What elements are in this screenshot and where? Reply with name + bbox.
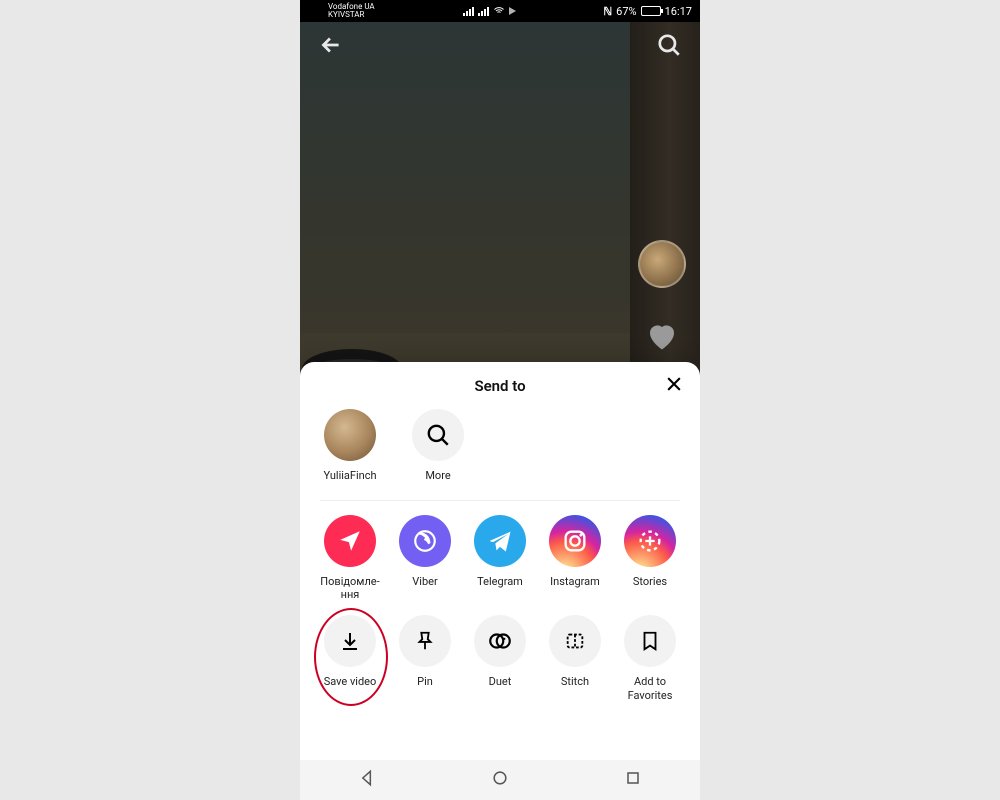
nav-back[interactable] [357,768,377,792]
carrier-2: KYIVSTAR [328,11,375,19]
more-contacts[interactable]: More [408,409,468,482]
action-duet[interactable]: Duet [464,615,536,701]
search-icon [425,422,451,448]
back-button[interactable] [318,32,344,62]
phone-frame: Vodafone UA KYIVSTAR ℕ 67% 16:17 [300,0,700,800]
instagram-icon [561,527,589,555]
share-sheet: Send to YuliiaFinch More [300,362,700,760]
author-avatar[interactable] [638,240,686,288]
share-label: Telegram [477,575,523,601]
clock: 16:17 [665,5,692,18]
action-label: Duet [489,675,512,701]
duet-icon [487,628,513,654]
like-button[interactable] [644,318,680,354]
avatar [324,409,376,461]
nfc-icon: ℕ [603,5,612,18]
battery-percent: 67% [616,5,636,18]
action-pin[interactable]: Pin [389,615,461,701]
action-add-favorites[interactable]: Add to Favorites [614,615,686,701]
sheet-title: Send to [474,377,525,395]
bookmark-icon [639,630,661,652]
battery-icon [641,6,661,16]
pin-icon [414,630,436,652]
share-instagram[interactable]: Instagram [539,515,611,601]
stitch-icon [564,630,586,652]
action-label: Pin [417,675,433,701]
download-icon [338,629,362,653]
share-label: Stories [633,575,667,601]
send-icon [337,528,363,554]
divider [320,500,680,501]
share-label: Повідомле- ння [320,575,379,601]
action-label: Save video [324,675,377,701]
share-telegram[interactable]: Telegram [464,515,536,601]
action-label: Add to Favorites [628,675,673,701]
search-icon [656,32,682,58]
share-viber[interactable]: Viber [389,515,461,601]
signal-icon-1 [463,6,474,16]
viber-icon [412,528,438,554]
arrow-left-icon [318,32,344,58]
close-icon [664,374,684,394]
close-button[interactable] [664,374,684,398]
nav-recent[interactable] [623,768,643,792]
share-stories[interactable]: Stories [614,515,686,601]
action-label: Stitch [561,675,589,701]
nav-home[interactable] [490,768,510,792]
share-direct-message[interactable]: Повідомле- ння [314,515,386,601]
contact-yuliiafinch[interactable]: YuliiaFinch [320,409,380,482]
signal-icon-2 [478,6,489,16]
play-store-icon [509,7,516,15]
android-nav-bar [300,760,700,800]
wifi-icon [493,5,505,17]
share-label: Instagram [550,575,600,601]
more-label: More [425,469,450,482]
action-stitch[interactable]: Stitch [539,615,611,701]
status-bar: Vodafone UA KYIVSTAR ℕ 67% 16:17 [300,0,700,22]
stories-icon [636,527,664,555]
telegram-icon [486,527,514,555]
search-button[interactable] [656,32,682,62]
action-save-video[interactable]: Save video [314,615,386,701]
contact-label: YuliiaFinch [323,469,376,482]
share-label: Viber [412,575,437,601]
